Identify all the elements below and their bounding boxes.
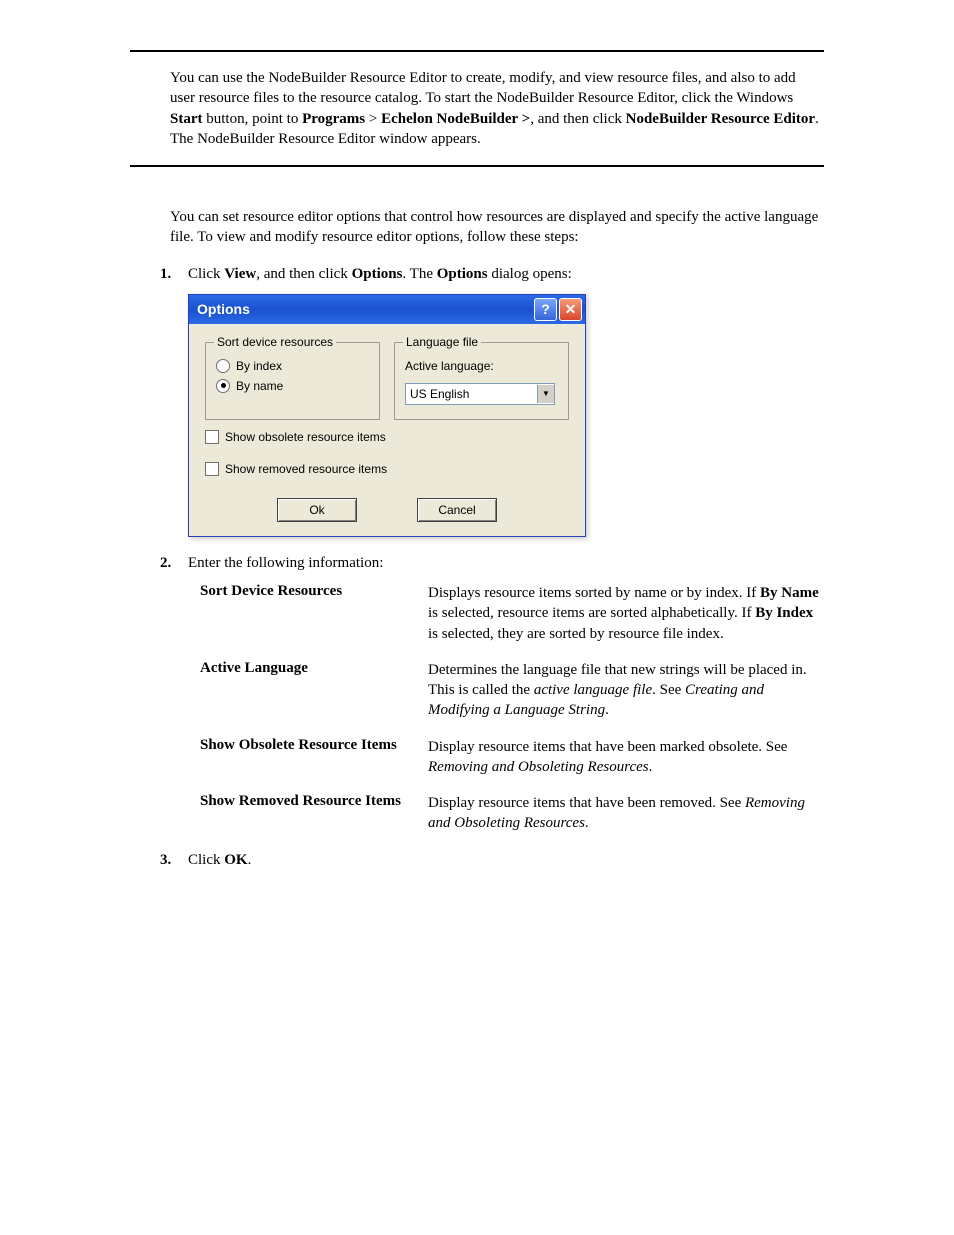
step-number: 2.: [160, 553, 188, 573]
radio-label: By index: [236, 359, 282, 373]
radio-by-index[interactable]: By index: [216, 359, 369, 373]
definitions-table: Sort Device Resources Displays resource …: [200, 583, 824, 834]
checkbox-label: Show removed resource items: [225, 462, 387, 476]
radio-label: By name: [236, 379, 283, 393]
step-number: 1.: [160, 264, 188, 284]
language-fieldset: Language file Active language: US Englis…: [394, 342, 569, 420]
close-icon[interactable]: ✕: [559, 298, 582, 321]
help-icon[interactable]: ?: [534, 298, 557, 321]
step-body: Click OK.: [188, 850, 824, 870]
step-2: 2. Enter the following information:: [160, 553, 824, 573]
def-term: Show Removed Resource Items: [200, 793, 428, 834]
dialog-body: Sort device resources By index By name L…: [189, 324, 585, 536]
radio-icon: [216, 379, 230, 393]
show-removed-checkbox[interactable]: Show removed resource items: [205, 462, 569, 476]
language-legend: Language file: [403, 335, 481, 349]
ok-button[interactable]: Ok: [277, 498, 357, 522]
sort-legend: Sort device resources: [214, 335, 336, 349]
sort-fieldset: Sort device resources By index By name: [205, 342, 380, 420]
checkbox-icon: [205, 430, 219, 444]
intro-paragraph-2: You can set resource editor options that…: [170, 207, 824, 248]
def-show-obsolete: Show Obsolete Resource Items Display res…: [200, 737, 824, 778]
step-3: 3. Click OK.: [160, 850, 824, 870]
language-select[interactable]: US English ▼: [405, 383, 555, 405]
def-desc: Display resource items that have been ma…: [428, 737, 824, 778]
dialog-titlebar[interactable]: Options ? ✕: [189, 295, 585, 324]
def-desc: Determines the language file that new st…: [428, 660, 824, 721]
active-language-label: Active language:: [405, 359, 558, 373]
step-body: Click View, and then click Options. The …: [188, 264, 824, 284]
def-desc: Displays resource items sorted by name o…: [428, 583, 824, 644]
chevron-down-icon: ▼: [537, 385, 554, 403]
options-dialog: Options ? ✕ Sort device resources By ind…: [188, 294, 586, 537]
def-sort: Sort Device Resources Displays resource …: [200, 583, 824, 644]
def-term: Sort Device Resources: [200, 583, 428, 644]
dialog-title: Options: [197, 301, 532, 317]
radio-by-name[interactable]: By name: [216, 379, 369, 393]
def-term: Active Language: [200, 660, 428, 721]
radio-icon: [216, 359, 230, 373]
def-show-removed: Show Removed Resource Items Display reso…: [200, 793, 824, 834]
cancel-button[interactable]: Cancel: [417, 498, 497, 522]
def-active-language: Active Language Determines the language …: [200, 660, 824, 721]
step-number: 3.: [160, 850, 188, 870]
checkbox-label: Show obsolete resource items: [225, 430, 386, 444]
divider-mid: [130, 165, 824, 167]
step-body: Enter the following information:: [188, 553, 824, 573]
checkbox-icon: [205, 462, 219, 476]
def-desc: Display resource items that have been re…: [428, 793, 824, 834]
def-term: Show Obsolete Resource Items: [200, 737, 428, 778]
step-1: 1. Click View, and then click Options. T…: [160, 264, 824, 284]
divider-top: [130, 50, 824, 52]
intro-paragraph-1: You can use the NodeBuilder Resource Edi…: [170, 68, 824, 149]
show-obsolete-checkbox[interactable]: Show obsolete resource items: [205, 430, 569, 444]
select-value: US English: [406, 387, 537, 401]
